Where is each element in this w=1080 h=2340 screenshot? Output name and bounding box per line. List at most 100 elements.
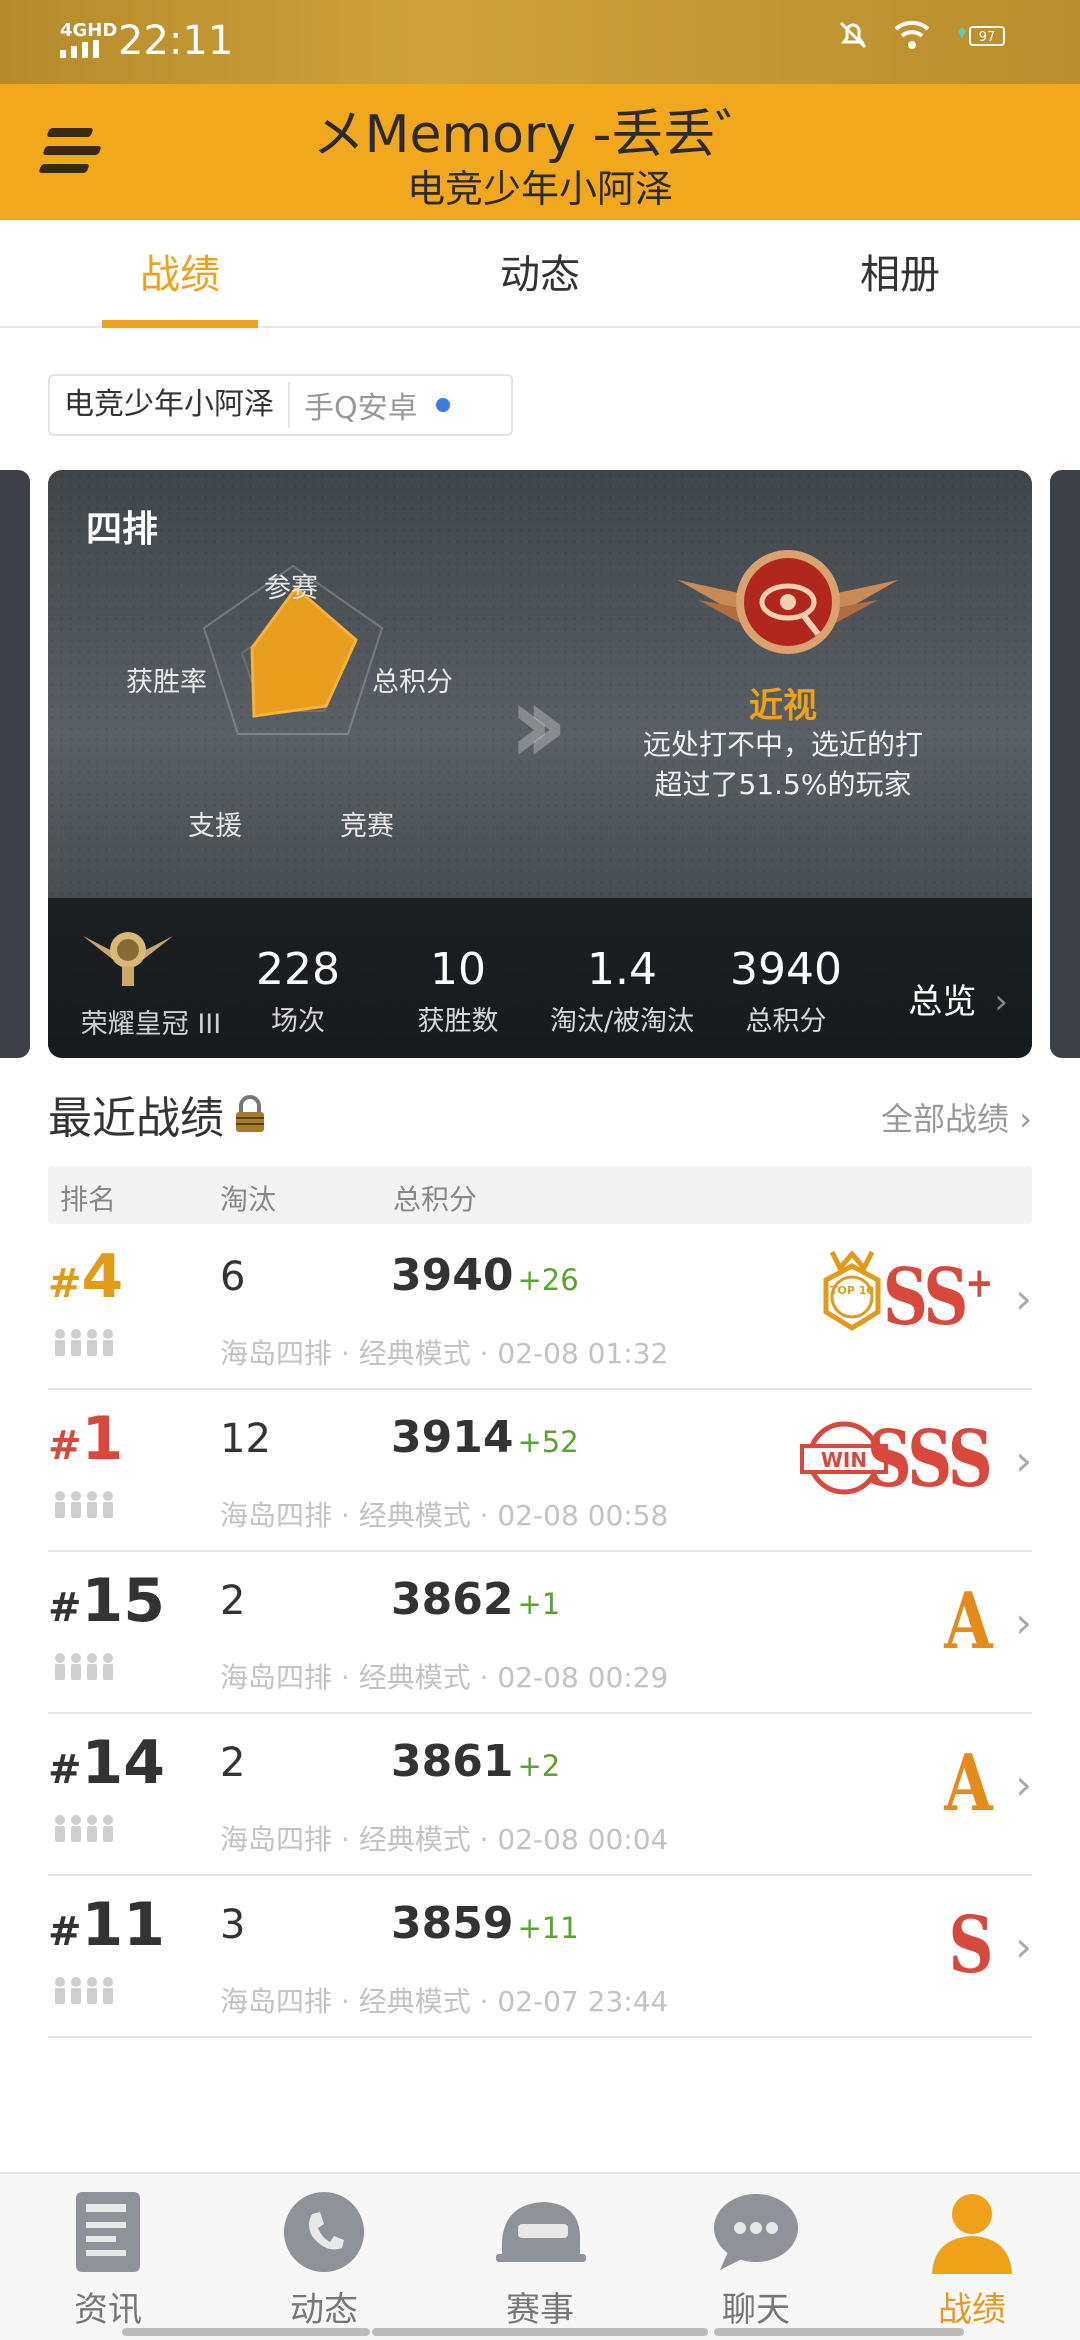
stat-wins: 10 获胜数 — [417, 944, 499, 1037]
chevron-right-icon: ›› — [508, 660, 568, 788]
svg-text:97: 97 — [979, 30, 996, 45]
match-meta: 海岛四排 · 经典模式 · 02-08 00:29 — [220, 1661, 669, 1694]
squad-icon — [52, 1652, 116, 1682]
chevron-right-icon: › — [1015, 1760, 1032, 1809]
match-row[interactable]: #14 2 3861 +2 海岛四排 · 经典模式 · 02-08 00:04 A… — [48, 1714, 1032, 1876]
season-stats-card[interactable]: 四排 参赛 获胜率 总积分 支援 竞赛 ›› 近视 远处打不中，选近的打 超过了… — [48, 470, 1032, 1058]
signal-icon — [60, 40, 99, 58]
account-name: 电竞少年小阿泽 — [50, 382, 290, 428]
status-time: 22:11 — [118, 18, 234, 64]
account-platform: 手Q安卓 — [304, 391, 418, 426]
player-subtitle: 电竞少年小阿泽 — [406, 167, 673, 211]
match-grade: SS+ — [882, 1252, 994, 1343]
match-meta: 海岛四排 · 经典模式 · 02-07 23:44 — [220, 1985, 669, 2018]
match-kills: 3 — [220, 1902, 246, 1948]
match-grade: A — [944, 1738, 993, 1829]
status-bar: 4GHD 22:11 97 — [0, 0, 1080, 84]
match-meta: 海岛四排 · 经典模式 · 02-08 00:58 — [220, 1499, 669, 1532]
stat-total-score: 3940 总积分 — [730, 944, 842, 1037]
match-row[interactable]: #15 2 3862 +1 海岛四排 · 经典模式 · 02-08 00:29 A… — [48, 1552, 1032, 1714]
radar-label-participation: 参赛 — [264, 573, 318, 604]
nav-news[interactable]: 资讯 — [0, 2174, 216, 2340]
chat-bubble-icon — [714, 2194, 798, 2270]
match-grade: SSS — [867, 1414, 993, 1505]
mute-bell-icon — [836, 18, 870, 61]
match-rank: #15 — [48, 1566, 166, 1636]
match-score: 3862 +1 — [391, 1574, 561, 1625]
radar-label-total-score: 总积分 — [372, 667, 453, 698]
squad-icon — [52, 1814, 116, 1844]
recent-table-header: 排名 淘汰 总积分 — [48, 1166, 1032, 1224]
tab-record[interactable]: 战绩 — [0, 220, 360, 328]
match-rank: #14 — [48, 1728, 166, 1798]
squad-icon — [52, 1490, 116, 1520]
chevron-right-icon: › — [994, 982, 1008, 1022]
match-score: 3859 +11 — [391, 1898, 579, 1949]
news-icon — [76, 2192, 140, 2272]
chevron-right-icon: › — [1015, 1274, 1032, 1323]
match-score: 3861 +2 — [391, 1736, 561, 1787]
card-summary-bar: 荣耀皇冠 III 228 场次 10 获胜数 1.4 淘汰/被淘汰 3940 总积分 总… — [48, 898, 1032, 1058]
network-type: 4GHD — [60, 20, 118, 41]
battery-icon: 97 — [954, 20, 1010, 60]
nav-events[interactable]: 赛事 — [432, 2174, 648, 2340]
bottom-navigation: 资讯 动态 赛事 聊天 战绩 — [0, 2172, 1080, 2340]
radar-label-winrate: 获胜率 — [126, 667, 207, 698]
tab-feed[interactable]: 动态 — [360, 220, 720, 326]
match-grade: S — [948, 1900, 993, 1991]
scroll-indicator — [372, 2328, 708, 2336]
account-selector[interactable]: 电竞少年小阿泽 手Q安卓 — [48, 374, 513, 436]
eye-badge-icon — [678, 550, 898, 654]
match-meta: 海岛四排 · 经典模式 · 02-08 00:04 — [220, 1823, 669, 1856]
user-icon — [932, 2194, 1012, 2274]
phone-icon — [284, 2192, 364, 2272]
match-kills: 2 — [220, 1578, 246, 1624]
match-kills: 6 — [220, 1254, 246, 1300]
recent-section-title: 最近战绩 — [48, 1082, 268, 1146]
overview-link[interactable]: 总览 › — [908, 974, 1008, 1023]
chevron-right-icon: › — [1015, 1436, 1032, 1485]
chevron-right-icon: › — [1015, 1598, 1032, 1647]
lock-icon — [236, 1095, 264, 1132]
profile-header: メMemory -丢丢゛ 电竞少年小阿泽 — [0, 84, 1080, 220]
match-meta: 海岛四排 · 经典模式 · 02-08 01:32 — [220, 1337, 669, 1370]
match-score: 3940 +26 — [391, 1250, 579, 1301]
match-kills: 2 — [220, 1740, 246, 1786]
scroll-indicator — [122, 2328, 370, 2336]
match-kills: 12 — [220, 1416, 271, 1462]
match-row[interactable]: #1 12 3914 +52 海岛四排 · 经典模式 · 02-08 00:58 … — [48, 1390, 1032, 1552]
tab-album[interactable]: 相册 — [720, 220, 1080, 326]
chevron-right-icon: › — [1015, 1922, 1032, 1971]
top10-medal-icon: TOP 10 — [823, 1250, 881, 1331]
stat-matches: 228 场次 — [256, 944, 340, 1037]
svg-text:WIN: WIN — [821, 1448, 867, 1472]
nav-chat[interactable]: 聊天 — [648, 2174, 864, 2340]
nav-record[interactable]: 战绩 — [864, 2174, 1080, 2340]
platform-dot-icon — [435, 398, 450, 412]
player-nickname: メMemory -丢丢゛ — [312, 105, 768, 165]
profile-tabs: 战绩 动态 相册 — [0, 220, 1080, 328]
all-records-link[interactable]: 全部战绩 › — [881, 1094, 1032, 1140]
next-card-peek[interactable] — [1050, 470, 1080, 1058]
achievement-title: 近视 — [749, 686, 817, 726]
stat-kd-ratio: 1.4 淘汰/被淘汰 — [549, 944, 695, 1037]
prev-card-peek[interactable] — [0, 470, 30, 1058]
radar-label-combat: 竞赛 — [340, 811, 394, 842]
radar-label-support: 支援 — [188, 811, 242, 842]
match-rank: #11 — [48, 1890, 166, 1960]
squad-icon — [52, 1328, 116, 1358]
squad-icon — [52, 1976, 116, 2006]
nav-feed[interactable]: 动态 — [216, 2174, 432, 2340]
match-rank: #1 — [48, 1404, 124, 1474]
match-row[interactable]: #4 6 3940 +26 海岛四排 · 经典模式 · 02-08 01:32 T… — [48, 1228, 1032, 1390]
scroll-indicator — [714, 2328, 964, 2336]
svg-text:TOP 10: TOP 10 — [830, 1284, 874, 1297]
achievement-description: 远处打不中，选近的打 超过了51.5%的玩家 — [642, 728, 923, 801]
wifi-icon — [892, 19, 932, 60]
crown-rank-icon — [83, 932, 173, 986]
chevron-right-icon: › — [1019, 1100, 1032, 1138]
match-rank: #4 — [48, 1242, 124, 1312]
match-score: 3914 +52 — [391, 1412, 579, 1463]
match-row[interactable]: #11 3 3859 +11 海岛四排 · 经典模式 · 02-07 23:44 … — [48, 1876, 1032, 2038]
helmet-icon — [496, 2202, 586, 2262]
